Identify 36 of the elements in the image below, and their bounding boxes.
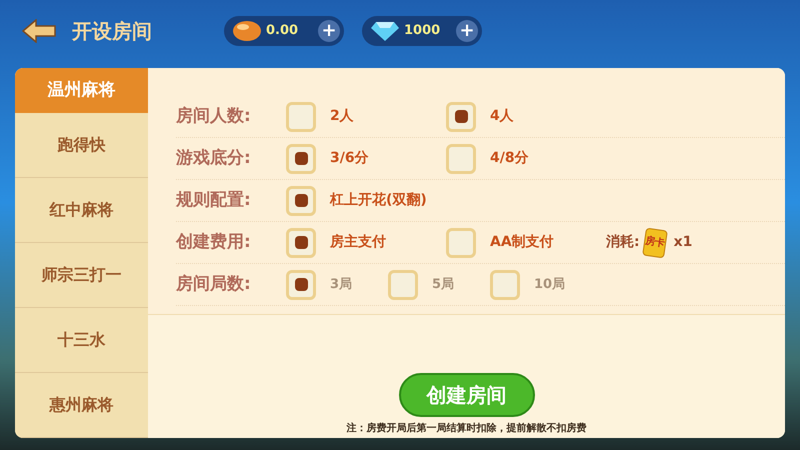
add-button[interactable]: + <box>318 20 340 42</box>
add-button[interactable]: + <box>456 20 478 42</box>
option-label: 3/6分 <box>330 149 369 168</box>
diamond-icon <box>370 20 400 42</box>
room-card-icon: 房卡 <box>642 227 668 258</box>
cost-label: 消耗: <box>606 233 640 252</box>
bean-icon <box>232 20 262 42</box>
checkbox[interactable] <box>446 144 476 174</box>
currency-amount: 1000 <box>404 22 442 40</box>
setting-label: 房间局数: <box>176 272 252 296</box>
option-label: 房主支付 <box>330 232 386 252</box>
option-label: 杠上开花(双翻) <box>330 191 427 210</box>
setting-label: 创建费用: <box>176 230 252 254</box>
checkbox[interactable] <box>286 186 316 216</box>
cost-count: x1 <box>674 233 692 252</box>
currency-amount: 0.00 <box>266 22 300 40</box>
checkbox[interactable] <box>286 144 316 174</box>
setting-label: 游戏底分: <box>176 146 252 170</box>
setting-label: 房间人数: <box>176 104 252 128</box>
option-label: 5局 <box>432 276 454 294</box>
checkbox[interactable] <box>446 102 476 132</box>
fee-note: 注：房费开局后第一局结算时扣除，提前解散不扣房费 <box>346 421 586 436</box>
checkbox[interactable] <box>286 228 316 258</box>
checkbox[interactable] <box>446 228 476 258</box>
create-room-button[interactable]: 创建房间 <box>398 373 534 417</box>
option-label: 2人 <box>330 107 354 126</box>
back-arrow-icon[interactable] <box>22 19 56 43</box>
sidebar-tab[interactable]: 温州麻将 <box>15 68 148 113</box>
option-label: 4/8分 <box>490 149 529 168</box>
page-title: 开设房间 <box>72 18 153 45</box>
setting-label: 规则配置: <box>176 188 252 212</box>
option-label: AA制支付 <box>490 233 554 252</box>
option-label: 4人 <box>490 107 514 126</box>
option-label: 10局 <box>534 276 566 294</box>
checkbox[interactable] <box>286 102 316 132</box>
option-label: 3局 <box>330 276 352 294</box>
